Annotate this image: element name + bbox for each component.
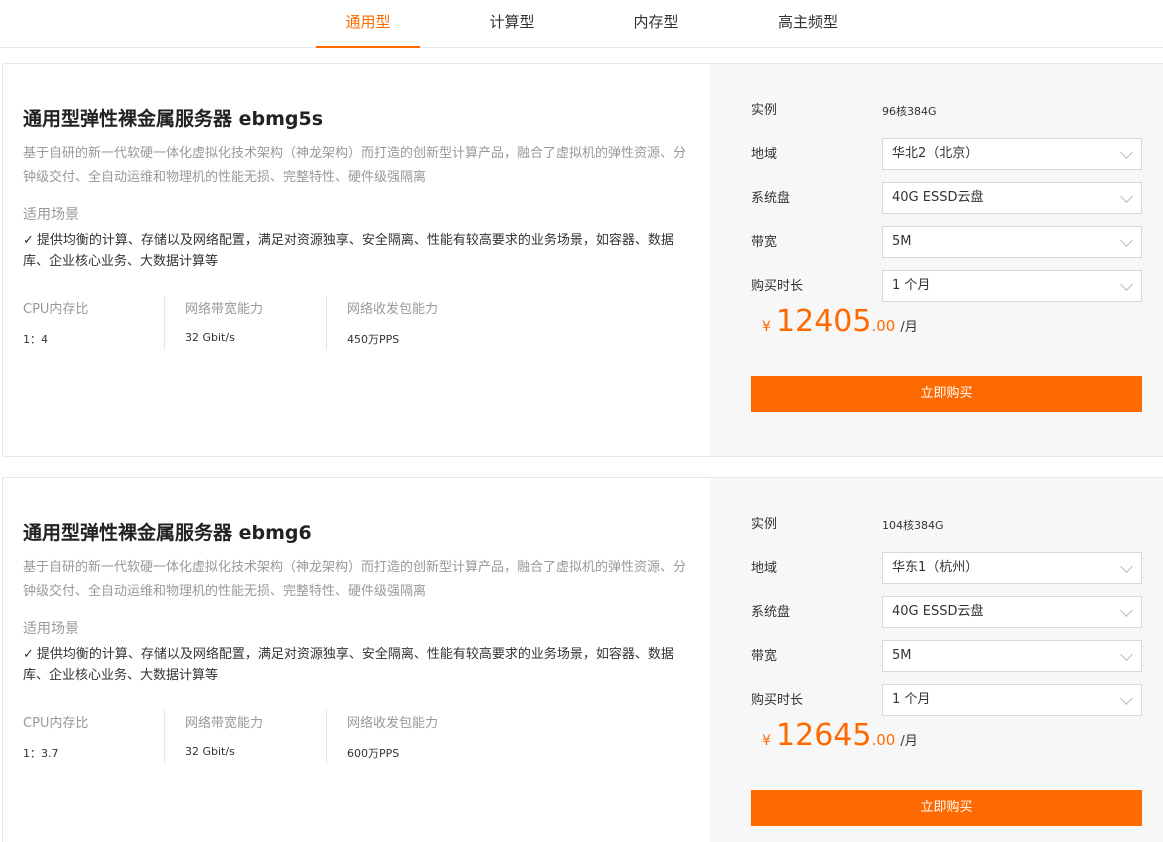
price-unit: /月 xyxy=(900,320,918,335)
chevron-down-icon xyxy=(1120,560,1133,573)
buy-now-button[interactable]: 立即购买 xyxy=(751,790,1142,826)
region-select[interactable]: 华北2（北京） xyxy=(882,138,1142,170)
duration-select[interactable]: 1 个月 xyxy=(882,684,1142,716)
system-disk-select[interactable]: 40G ESSD云盘 xyxy=(882,182,1142,214)
product-card-ebmg6: 通用型弹性裸金属服务器 ebmg6 基于自研的新一代软硬一体化虚拟化技术架构（神… xyxy=(2,477,1163,842)
spec-cpu-memory-ratio: CPU内存比 1：4 xyxy=(23,296,163,350)
system-disk-select[interactable]: 40G ESSD云盘 xyxy=(882,596,1142,628)
price-integer: 12405 xyxy=(776,304,872,339)
scenario-description: 提供均衡的计算、存储以及网络配置，满足对资源独享、安全隔离、性能有较高要求的业务… xyxy=(23,647,674,683)
spec-network-bandwidth: 网络带宽能力 32 Gbit/s xyxy=(164,296,325,350)
product-description: 基于自研的新一代软硬一体化虚拟化技术架构（神龙架构）而打造的创新型计算产品，融合… xyxy=(23,146,687,185)
spec-packet-rate: 网络收发包能力 600万PPS xyxy=(326,710,487,764)
spec-value: 1：4 xyxy=(23,333,48,346)
system-disk-label: 系统盘 xyxy=(751,605,791,620)
duration-label: 购买时长 xyxy=(751,693,804,708)
spec-packet-rate: 网络收发包能力 450万PPS xyxy=(326,296,487,350)
spec-label: CPU内存比 xyxy=(23,716,89,731)
product-title: 通用型弹性裸金属服务器 ebmg5s xyxy=(23,108,324,130)
chevron-down-icon xyxy=(1120,648,1133,661)
purchase-panel: 实例 104核384G 地域 华东1（杭州） 系统盘 40G ESSD云盘 带宽… xyxy=(710,478,1163,842)
spec-label: 网络收发包能力 xyxy=(347,302,439,317)
product-category-tabs: 通用型 计算型 内存型 高主频型 xyxy=(0,0,1163,48)
bandwidth-select[interactable]: 5M xyxy=(882,640,1142,672)
duration-value: 1 个月 xyxy=(892,278,931,293)
price-currency: ¥ xyxy=(762,319,771,335)
chevron-down-icon xyxy=(1120,190,1133,203)
price: ¥ 12405.00 /月 xyxy=(762,304,918,339)
instance-label: 实例 xyxy=(751,517,778,532)
spec-value: 600万PPS xyxy=(347,747,400,760)
scenario-text: ✓ 提供均衡的计算、存储以及网络配置，满足对资源独享、安全隔离、性能有较高要求的业… xyxy=(23,230,695,272)
bandwidth-label: 带宽 xyxy=(751,235,778,250)
spec-cpu-memory-ratio: CPU内存比 1：3.7 xyxy=(23,710,163,764)
instance-value: 104核384G xyxy=(882,519,944,532)
spec-value: 32 Gbit/s xyxy=(185,745,235,758)
region-label: 地域 xyxy=(751,147,778,162)
spec-value: 450万PPS xyxy=(347,333,400,346)
scenario-label: 适用场景 xyxy=(23,621,79,637)
spec-network-bandwidth: 网络带宽能力 32 Gbit/s xyxy=(164,710,325,764)
chevron-down-icon xyxy=(1120,278,1133,291)
price-unit: /月 xyxy=(900,734,918,749)
spec-label: 网络带宽能力 xyxy=(185,302,264,317)
purchase-panel: 实例 96核384G 地域 华北2（北京） 系统盘 40G ESSD云盘 带宽 … xyxy=(710,64,1163,456)
spec-label: 网络收发包能力 xyxy=(347,716,439,731)
product-card-ebmg5s: 通用型弹性裸金属服务器 ebmg5s 基于自研的新一代软硬一体化虚拟化技术架构（… xyxy=(2,63,1163,457)
buy-now-button[interactable]: 立即购买 xyxy=(751,376,1142,412)
duration-select[interactable]: 1 个月 xyxy=(882,270,1142,302)
price-currency: ¥ xyxy=(762,733,771,749)
system-disk-value: 40G ESSD云盘 xyxy=(892,190,984,205)
scenario-text: ✓ 提供均衡的计算、存储以及网络配置，满足对资源独享、安全隔离、性能有较高要求的业… xyxy=(23,644,695,686)
tab-high-frequency[interactable]: 高主频型 xyxy=(763,0,853,48)
spec-label: CPU内存比 xyxy=(23,302,89,317)
chevron-down-icon xyxy=(1120,234,1133,247)
bandwidth-value: 5M xyxy=(892,648,912,663)
product-title: 通用型弹性裸金属服务器 ebmg6 xyxy=(23,522,312,544)
region-label: 地域 xyxy=(751,561,778,576)
chevron-down-icon xyxy=(1120,692,1133,705)
tab-compute[interactable]: 计算型 xyxy=(470,0,554,48)
bandwidth-select[interactable]: 5M xyxy=(882,226,1142,258)
region-select[interactable]: 华东1（杭州） xyxy=(882,552,1142,584)
chevron-down-icon xyxy=(1120,604,1133,617)
scenario-label: 适用场景 xyxy=(23,207,79,223)
price-decimal: .00 xyxy=(871,317,896,335)
scenario-description: 提供均衡的计算、存储以及网络配置，满足对资源独享、安全隔离、性能有较高要求的业务… xyxy=(23,233,674,269)
instance-value: 96核384G xyxy=(882,105,937,118)
spec-value: 1：3.7 xyxy=(23,747,59,760)
region-value: 华东1（杭州） xyxy=(892,560,979,575)
system-disk-value: 40G ESSD云盘 xyxy=(892,604,984,619)
price-decimal: .00 xyxy=(871,731,896,749)
tab-general[interactable]: 通用型 xyxy=(316,0,420,48)
spec-value: 32 Gbit/s xyxy=(185,331,235,344)
region-value: 华北2（北京） xyxy=(892,146,979,161)
check-icon: ✓ xyxy=(23,233,34,248)
price: ¥ 12645.00 /月 xyxy=(762,718,918,753)
chevron-down-icon xyxy=(1120,146,1133,159)
product-description: 基于自研的新一代软硬一体化虚拟化技术架构（神龙架构）而打造的创新型计算产品，融合… xyxy=(23,560,687,599)
bandwidth-label: 带宽 xyxy=(751,649,778,664)
tab-memory[interactable]: 内存型 xyxy=(614,0,698,48)
price-integer: 12645 xyxy=(776,718,872,753)
bandwidth-value: 5M xyxy=(892,234,912,249)
instance-label: 实例 xyxy=(751,103,778,118)
duration-label: 购买时长 xyxy=(751,279,804,294)
system-disk-label: 系统盘 xyxy=(751,191,791,206)
duration-value: 1 个月 xyxy=(892,692,931,707)
check-icon: ✓ xyxy=(23,647,34,662)
spec-label: 网络带宽能力 xyxy=(185,716,264,731)
